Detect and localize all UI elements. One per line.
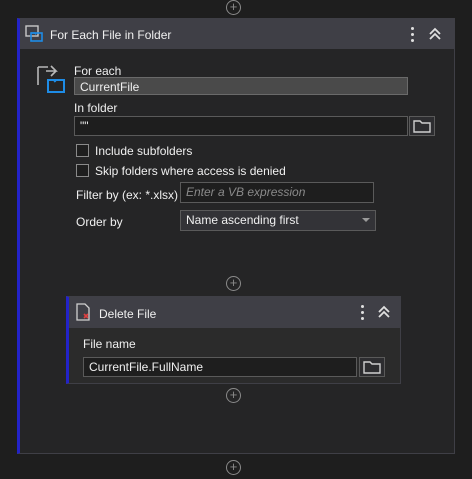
collapse-icon[interactable] bbox=[377, 305, 391, 321]
skip-folders-label: Skip folders where access is denied bbox=[95, 164, 286, 178]
delete-file-activity[interactable]: Delete File File name CurrentFile.FullNa… bbox=[66, 296, 401, 384]
skip-folders-checkbox[interactable] bbox=[76, 164, 89, 177]
collapse-icon[interactable] bbox=[428, 27, 442, 43]
activity-header[interactable]: For Each File in Folder bbox=[20, 19, 454, 49]
file-name-label: File name bbox=[83, 337, 136, 351]
browse-folder-button[interactable] bbox=[409, 116, 435, 136]
child-activity-header[interactable]: Delete File bbox=[69, 297, 400, 328]
filter-label: Filter by (ex: *.xlsx) bbox=[76, 188, 179, 202]
order-by-select[interactable]: Name ascending first bbox=[180, 210, 376, 231]
in-folder-label: In folder bbox=[74, 101, 118, 115]
more-options-icon[interactable] bbox=[408, 25, 418, 43]
delete-file-icon bbox=[75, 303, 91, 324]
add-activity-top-icon[interactable]: + bbox=[226, 0, 241, 15]
child-activity-title: Delete File bbox=[99, 307, 157, 321]
activity-title: For Each File in Folder bbox=[50, 28, 172, 42]
folder-icon bbox=[363, 361, 381, 374]
for-each-label: For each bbox=[74, 64, 122, 78]
file-name-input[interactable]: CurrentFile.FullName bbox=[83, 357, 357, 377]
add-activity-inner-bottom-icon[interactable]: + bbox=[226, 388, 241, 403]
in-folder-input[interactable]: "" bbox=[74, 116, 408, 136]
add-activity-bottom-icon[interactable]: + bbox=[226, 460, 241, 475]
more-options-icon[interactable] bbox=[358, 303, 368, 321]
for-each-input[interactable]: CurrentFile bbox=[74, 77, 408, 95]
browse-file-button[interactable] bbox=[359, 357, 385, 377]
include-subfolders-label: Include subfolders bbox=[95, 144, 193, 158]
folder-icon bbox=[413, 120, 431, 133]
order-by-label: Order by bbox=[76, 215, 123, 229]
folder-loop-icon bbox=[25, 25, 45, 46]
folder-loop-icon bbox=[34, 63, 68, 98]
chevron-down-icon bbox=[362, 218, 370, 222]
filter-input[interactable]: Enter a VB expression bbox=[180, 182, 374, 203]
order-by-value: Name ascending first bbox=[186, 213, 299, 227]
add-activity-middle-icon[interactable]: + bbox=[226, 276, 241, 291]
include-subfolders-checkbox[interactable] bbox=[76, 144, 89, 157]
